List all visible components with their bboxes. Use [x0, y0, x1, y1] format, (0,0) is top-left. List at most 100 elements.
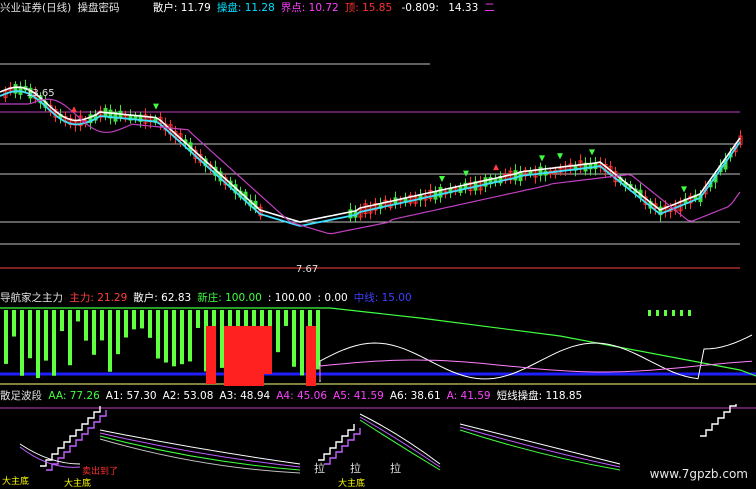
green-trend-line: [0, 307, 756, 377]
arrow-marker-8: [681, 186, 687, 193]
annotation-la-2: 拉: [350, 462, 361, 475]
annotation-bottom-2: 大主底: [64, 479, 92, 489]
bottom-item-1: A1: 57.30: [105, 390, 157, 402]
green-bar: [172, 310, 176, 367]
arrow-marker-6: [557, 153, 563, 160]
mid-item-5: 中线: 15.00: [353, 292, 412, 304]
mid-item-3: : 100.00: [267, 292, 312, 304]
green-bar: [688, 310, 691, 316]
green-bar: [300, 310, 304, 376]
green-bar: [156, 310, 160, 359]
green-bar: [664, 310, 667, 316]
mid-item-0: 主力: 21.29: [69, 292, 128, 304]
low-price-label: 7.67: [296, 264, 319, 275]
price-panel[interactable]: 13.65 7.67: [0, 16, 756, 286]
annotation-bottom-3: 大主底: [338, 479, 366, 489]
red-bar: [234, 326, 244, 376]
green-bar: [108, 310, 112, 372]
bottom-item-2: A2: 53.08: [162, 390, 214, 402]
green-bar: [12, 310, 16, 337]
green-bar: [188, 310, 192, 362]
bottom-item-5: A5: 41.59: [333, 390, 384, 402]
indicator-name: 操盘密码: [77, 2, 120, 14]
green-bar: [116, 310, 120, 355]
green-bar: [100, 310, 104, 341]
green-bar: [52, 310, 56, 376]
red-bar: [262, 326, 272, 374]
title-item-1: 操盘: 11.28: [216, 2, 275, 14]
bottom-item-8: 短线操盘: 118.85: [496, 390, 583, 402]
annotation-bottom-1: 大主底: [2, 477, 30, 487]
arrow-marker-4: [493, 164, 499, 171]
wave-fan-a-3: [99, 438, 301, 474]
bottom-item-3: A3: 48.94: [219, 390, 271, 402]
green-bar: [196, 310, 200, 329]
green-bar: [316, 310, 320, 370]
title-item-0: 散户: 11.79: [152, 2, 211, 14]
green-bar: [20, 310, 24, 376]
green-bar: [276, 310, 280, 353]
wave-fan-d-2: [459, 429, 621, 471]
green-bar: [92, 310, 96, 355]
title-item-2: 界点: 10.72: [280, 2, 339, 14]
stair-up-1: [40, 406, 101, 467]
bottom-item-0: AA: 77.26: [48, 390, 100, 402]
annotation-la-1: 拉: [314, 462, 325, 475]
watermark: www.7gpzb.com: [649, 467, 748, 481]
mid-item-1: 散户: 62.83: [133, 292, 192, 304]
bottom-item-7: A: 41.59: [446, 390, 491, 402]
arrow-marker-0: [71, 106, 77, 113]
green-bar: [148, 310, 152, 338]
title-item-3: 顶: 15.85: [344, 2, 393, 14]
bottom-item-6: A6: 38.61: [389, 390, 441, 402]
green-bar: [656, 310, 659, 316]
green-bar: [68, 310, 72, 366]
stair-up-2b: [324, 428, 361, 465]
green-bar: [28, 310, 32, 359]
green-bar: [36, 310, 40, 379]
wave-fan-b-0: [19, 443, 81, 465]
red-bar: [246, 326, 256, 384]
red-bar: [306, 326, 316, 386]
green-bar: [132, 310, 136, 330]
green-bar: [140, 310, 144, 329]
title-item-4: -0.809:: [398, 2, 439, 14]
mid-panel-header: 导航家之主力 主力: 21.29 散户: 62.83 新庄: 100.00 : 100…: [0, 292, 421, 305]
annotation-sell: 卖出到了: [82, 467, 119, 477]
title-values: 散户: 11.79 操盘: 11.28 界点: 10.72 顶: 15.85 -0.8…: [153, 2, 501, 14]
mid-item-4: : 0.00: [317, 292, 348, 304]
green-bar: [220, 310, 224, 368]
bottom-values: AA: 77.26 A1: 57.30 A2: 53.08 A3: 48.94 A4: …: [48, 390, 588, 402]
wave-fan-d-0: [459, 423, 621, 465]
mid-values: 主力: 21.29 散户: 62.83 新庄: 100.00 : 100.00 : 0.…: [69, 292, 417, 304]
title-item-6: 二: [484, 2, 495, 14]
wave-fan-d-1: [459, 426, 621, 468]
arrow-marker-7: [589, 149, 595, 156]
green-bar: [648, 310, 651, 316]
stock-name: 兴业证券(日线): [0, 2, 72, 14]
bottom-panel-header: 散足波段 AA: 77.26 A1: 57.30 A2: 53.08 A3: 48.9…: [0, 390, 591, 403]
green-bar: [4, 310, 8, 364]
title-bar: 兴业证券(日线) 操盘密码 散户: 11.79 操盘: 11.28 界点: 10.7…: [0, 2, 504, 15]
red-bar: [206, 326, 216, 384]
green-bar: [680, 310, 683, 316]
green-bar: [60, 310, 64, 332]
wave-panel[interactable]: 拉 拉 拉 大主底 大主底 大主底 卖出到了 www.7gpzb.com: [0, 404, 756, 489]
bottom-panel-name: 散足波段: [0, 390, 42, 402]
mid-item-2: 新庄: 100.00: [197, 292, 262, 304]
main-force-panel[interactable]: [0, 306, 756, 388]
title-item-5: 14.33: [444, 2, 479, 14]
price-chart[interactable]: [0, 16, 756, 286]
annotation-la-3: 拉: [390, 462, 401, 475]
main-force-chart[interactable]: [0, 306, 756, 388]
green-bar: [284, 310, 288, 326]
mid-panel-name: 导航家之主力: [0, 292, 63, 304]
arrow-marker-1: [153, 103, 159, 110]
green-bar: [84, 310, 88, 341]
arrow-marker-5: [539, 155, 545, 162]
green-bar: [672, 310, 675, 316]
candle-body: [438, 186, 443, 198]
green-bar: [124, 310, 128, 338]
green-bar: [180, 310, 184, 365]
green-bar: [164, 310, 168, 363]
